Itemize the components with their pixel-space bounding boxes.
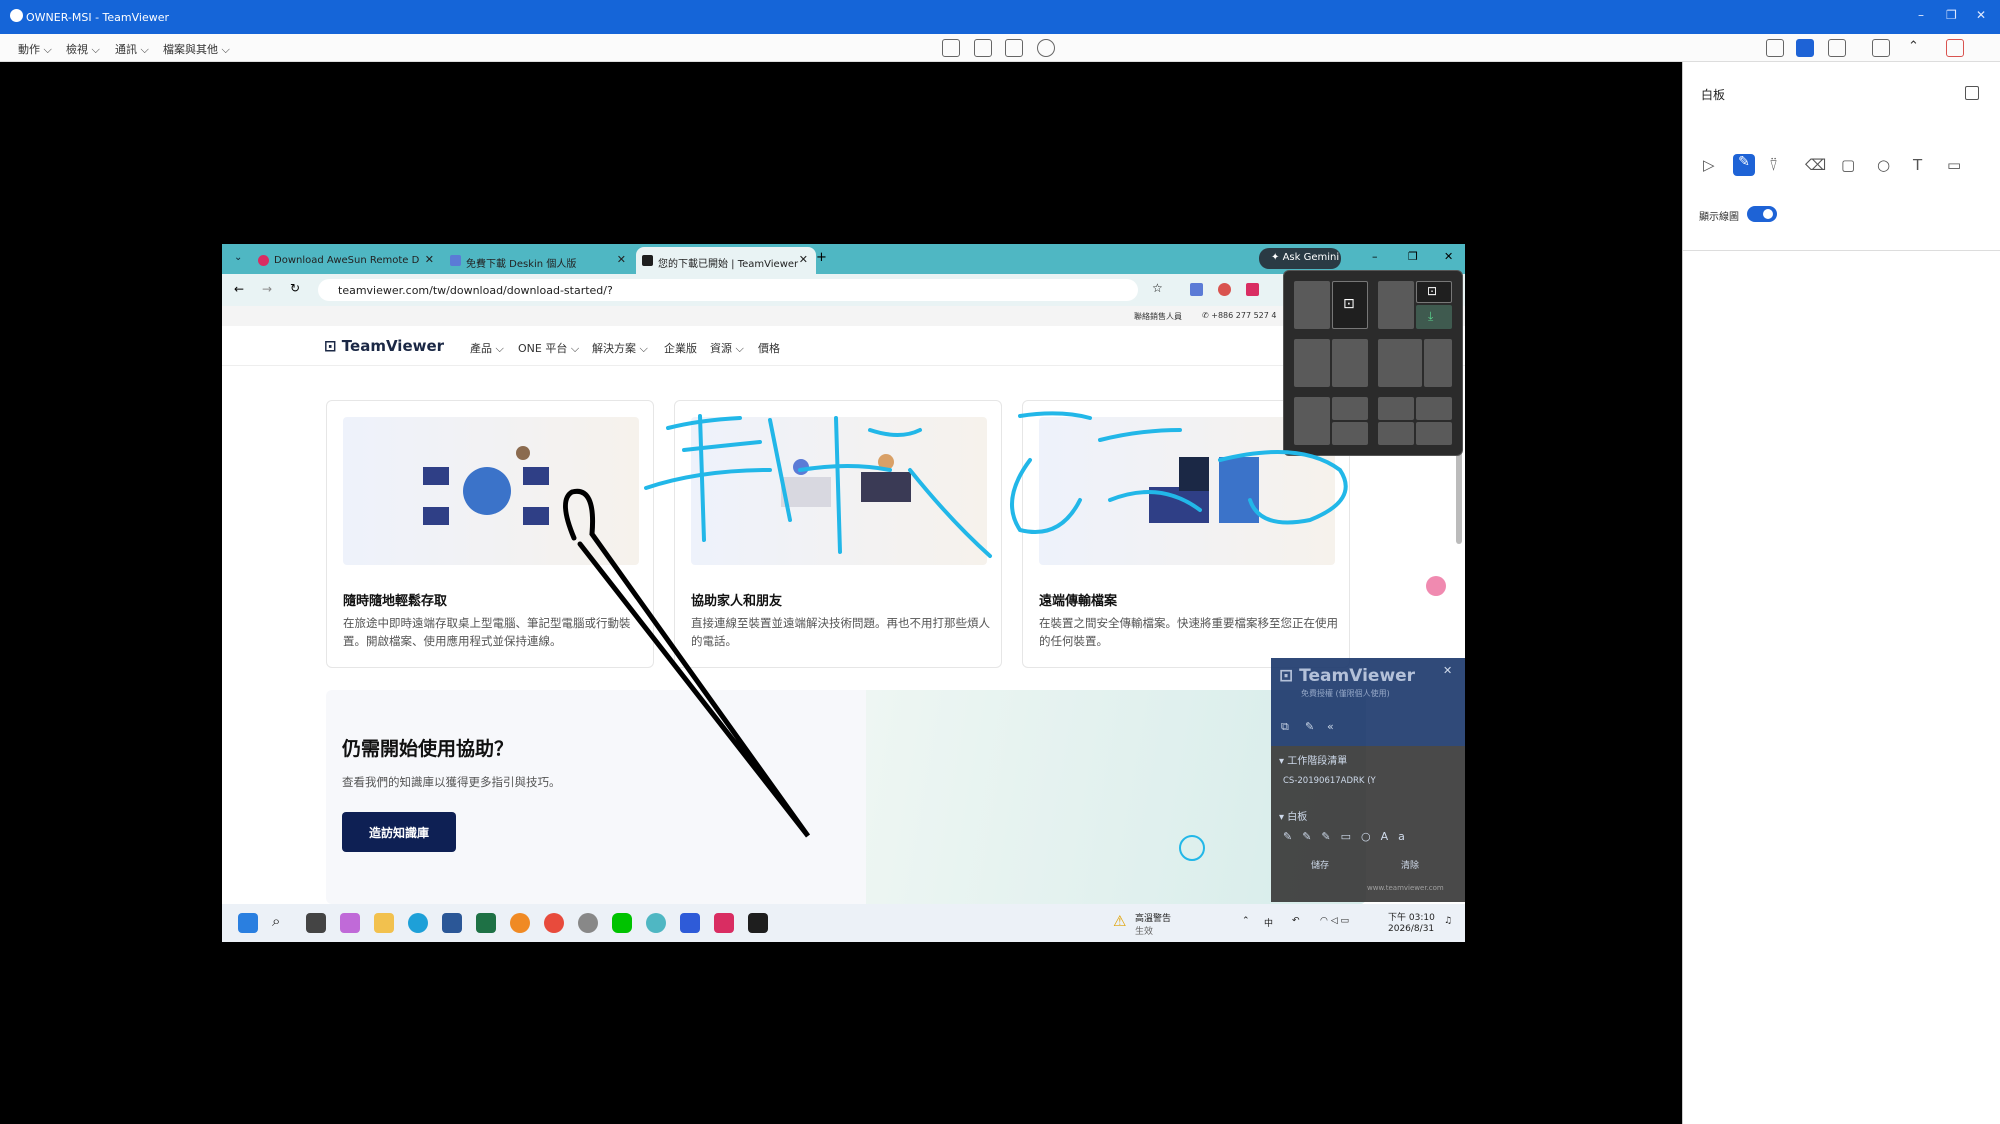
collapse-toolbar-icon[interactable]: ⌃	[1908, 39, 1919, 54]
panel-divider	[1683, 250, 2000, 251]
screenshot-icon[interactable]	[1828, 39, 1846, 57]
close-button[interactable]: ✕	[1976, 8, 1986, 22]
whiteboard-panel: 白板 ▷ ✎ ⍢ ⌫ ▢ ○ T ▭ 顯示線圖	[1682, 62, 2000, 1124]
show-strokes-toggle[interactable]	[1747, 206, 1777, 222]
rectangle-icon[interactable]: ▢	[1841, 156, 1855, 174]
toggle-knob	[1763, 209, 1773, 219]
cursor-ring-icon	[1179, 835, 1205, 861]
minimize-button[interactable]: –	[1918, 8, 1924, 22]
circle-icon[interactable]: ○	[1877, 156, 1890, 174]
pointer-icon[interactable]: ▷	[1703, 156, 1715, 174]
end-session-icon[interactable]	[1946, 39, 1964, 57]
whiteboard-toggle-icon[interactable]	[1796, 39, 1814, 57]
show-strokes-label: 顯示線圖	[1699, 212, 1739, 223]
note-icon[interactable]: ▭	[1947, 156, 1961, 174]
pointer-arrow-stroke	[563, 488, 811, 838]
pen-icon[interactable]: ✎	[1733, 154, 1755, 176]
lock-icon[interactable]	[1766, 39, 1784, 57]
highlighter-icon[interactable]: ⍢	[1769, 156, 1778, 174]
fullscreen-icon[interactable]	[1872, 39, 1890, 57]
text-icon[interactable]: T	[1913, 156, 1922, 174]
eraser-icon[interactable]: ⌫	[1805, 156, 1826, 174]
maximize-button[interactable]: ❐	[1946, 8, 1957, 22]
dock-panel-icon[interactable]	[1965, 86, 1979, 100]
whiteboard-title: 白板	[1701, 88, 1726, 102]
handwriting-strokes	[644, 411, 1348, 558]
whiteboard-tool-row: ▷ ✎ ⍢ ⌫ ▢ ○ T ▭	[1697, 154, 1997, 178]
whiteboard-annotation-layer	[563, 411, 1348, 861]
